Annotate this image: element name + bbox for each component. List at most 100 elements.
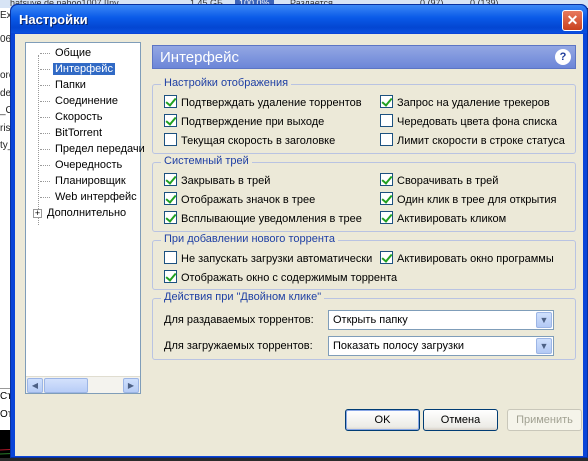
minimize-to-tray-checkbox[interactable]: Сворачивать в трей xyxy=(380,173,498,188)
downloading-action-select[interactable]: Показать полосу загрузки ▼ xyxy=(328,336,554,356)
tree-item-label: Папки xyxy=(55,79,86,91)
tree-item-queueing[interactable]: Очередность xyxy=(40,157,124,173)
help-icon[interactable]: ? xyxy=(555,49,571,65)
tree-branch xyxy=(40,196,50,198)
tree-item-label: Общие xyxy=(55,47,92,59)
tree-item-folders[interactable]: Папки xyxy=(40,77,88,93)
activate-window-checkbox[interactable]: Активировать окно программы xyxy=(380,251,554,266)
checkbox-label: Лимит скорости в строке статуса xyxy=(397,135,565,147)
ok-button[interactable]: OK xyxy=(345,409,420,431)
tree-branch xyxy=(40,100,50,102)
tree-item-label: Web интерфейс xyxy=(55,191,137,203)
ask-remove-trackers-checkbox[interactable]: Запрос на удаление трекеров xyxy=(380,95,550,110)
section-header: Интерфейс ? xyxy=(152,45,576,69)
tree-item-label: BitTorrent xyxy=(55,127,103,139)
scroll-right-icon[interactable]: ▶ xyxy=(123,378,139,393)
double-click-group: Действия при "Двойном клике" Для раздава… xyxy=(152,291,576,360)
on-add-torrent-group: При добавлении нового торрента Не запуск… xyxy=(152,233,576,290)
show-tray-icon-checkbox[interactable]: Отображать значок в трее xyxy=(164,192,315,207)
speed-limit-status-checkbox[interactable]: Лимит скорости в строке статуса xyxy=(380,133,565,148)
window-title: Настройки xyxy=(19,12,88,27)
dont-start-checkbox[interactable]: Не запускать загрузки автоматически xyxy=(164,251,372,266)
system-tray-group: Системный трей Закрывать в трей Отобража… xyxy=(152,155,576,232)
tree-branch xyxy=(40,180,50,182)
scroll-left-icon[interactable]: ◀ xyxy=(27,378,43,393)
checkbox-checked-icon xyxy=(164,114,177,127)
tree-item-advanced[interactable]: + Дополнительно xyxy=(33,205,128,221)
checkbox-label: Один клик в трее для открытия xyxy=(397,194,557,206)
checkbox-checked-icon xyxy=(164,211,177,224)
checkbox-checked-icon xyxy=(164,173,177,186)
checkbox-label: Подтверждение при выходе xyxy=(181,116,325,128)
apply-button[interactable]: Применить xyxy=(507,409,582,431)
group-title: Настройки отображения xyxy=(161,77,292,89)
show-contents-checkbox[interactable]: Отображать окно с содержимым торрента xyxy=(164,270,397,285)
tree-branch xyxy=(40,148,50,150)
confirm-delete-checkbox[interactable]: Подтверждать удаление торрентов xyxy=(164,95,362,110)
checkbox-checked-icon xyxy=(380,192,393,205)
checkbox-label: Не запускать загрузки автоматически xyxy=(181,253,373,265)
chevron-down-icon[interactable]: ▼ xyxy=(536,312,552,328)
single-click-open-checkbox[interactable]: Один клик в трее для открытия xyxy=(380,192,556,207)
title-bar[interactable]: Настройки ✕ xyxy=(11,5,587,33)
tree-item-general[interactable]: Общие xyxy=(40,45,93,61)
checkbox-label: Подтверждать удаление торрентов xyxy=(181,97,362,109)
checkbox-checked-icon xyxy=(380,95,393,108)
checkbox-label: Активировать кликом xyxy=(397,213,507,225)
group-title: Действия при "Двойном клике" xyxy=(161,291,325,303)
tree-item-label: Планировщик xyxy=(55,175,126,187)
expand-icon[interactable]: + xyxy=(33,208,42,218)
tree-branch xyxy=(40,164,50,166)
group-title: Системный трей xyxy=(161,155,252,167)
settings-tree: Общие Интерфейс Папки Соединение Скорост… xyxy=(25,42,145,394)
group-title: При добавлении нового торрента xyxy=(161,233,338,245)
alternate-colors-checkbox[interactable]: Чередовать цвета фона списка xyxy=(380,114,557,129)
cancel-button[interactable]: Отмена xyxy=(423,409,498,431)
checkbox-checked-icon xyxy=(380,173,393,186)
tree-item-label: Дополнительно xyxy=(47,207,127,219)
speed-in-title-checkbox[interactable]: Текущая скорость в заголовке xyxy=(164,133,335,148)
tree-branch xyxy=(40,52,50,54)
checkbox-label: Текущая скорость в заголовке xyxy=(181,135,336,147)
checkbox-label: Запрос на удаление трекеров xyxy=(397,97,550,109)
checkbox-unchecked-icon xyxy=(164,251,177,264)
tree-item-interface[interactable]: Интерфейс xyxy=(40,61,115,77)
tree-item-web-ui[interactable]: Web интерфейс xyxy=(40,189,139,205)
tree-connector xyxy=(38,55,39,225)
activate-on-click-checkbox[interactable]: Активировать кликом xyxy=(380,211,506,226)
tree-horizontal-scrollbar[interactable]: ◀ ▶ xyxy=(26,376,140,393)
close-button[interactable]: ✕ xyxy=(562,10,583,31)
tree-branch xyxy=(40,132,50,134)
select-value: Открыть папку xyxy=(333,314,408,326)
checkbox-checked-icon xyxy=(380,211,393,224)
balloon-notifications-checkbox[interactable]: Всплывающие уведомления в трее xyxy=(164,211,362,226)
scrollbar-thumb[interactable] xyxy=(44,378,88,393)
checkbox-checked-icon xyxy=(164,95,177,108)
checkbox-label: Отображать окно с содержимым торрента xyxy=(181,272,398,284)
tree-item-transfer-cap[interactable]: Предел передачи xyxy=(40,141,147,157)
tree-item-label: Предел передачи xyxy=(55,143,145,155)
close-icon: ✕ xyxy=(566,12,579,28)
checkbox-checked-icon xyxy=(164,192,177,205)
seeding-action-label: Для раздаваемых торрентов: xyxy=(164,314,314,326)
seeding-action-select[interactable]: Открыть папку ▼ xyxy=(328,310,554,330)
tree-item-scheduler[interactable]: Планировщик xyxy=(40,173,128,189)
settings-dialog: Настройки ✕ Общие Интерфейс Папки Соедин… xyxy=(10,4,588,458)
tree-item-bittorrent[interactable]: BitTorrent xyxy=(40,125,104,141)
checkbox-unchecked-icon xyxy=(380,114,393,127)
tree-branch xyxy=(40,68,50,70)
checkbox-label: Сворачивать в трей xyxy=(397,175,499,187)
close-to-tray-checkbox[interactable]: Закрывать в трей xyxy=(164,173,270,188)
tree-item-connection[interactable]: Соединение xyxy=(40,93,120,109)
chevron-down-icon[interactable]: ▼ xyxy=(536,338,552,354)
checkbox-checked-icon xyxy=(164,270,177,283)
confirm-exit-checkbox[interactable]: Подтверждение при выходе xyxy=(164,114,324,129)
tree-item-speed[interactable]: Скорость xyxy=(40,109,105,125)
checkbox-label: Закрывать в трей xyxy=(181,175,271,187)
display-settings-group: Настройки отображения Подтверждать удале… xyxy=(152,77,576,154)
checkbox-label: Всплывающие уведомления в трее xyxy=(181,213,362,225)
dialog-body: Общие Интерфейс Папки Соединение Скорост… xyxy=(15,34,583,456)
tree-item-label: Скорость xyxy=(55,111,103,123)
tree-item-label: Интерфейс xyxy=(53,63,115,75)
checkbox-label: Отображать значок в трее xyxy=(181,194,316,206)
